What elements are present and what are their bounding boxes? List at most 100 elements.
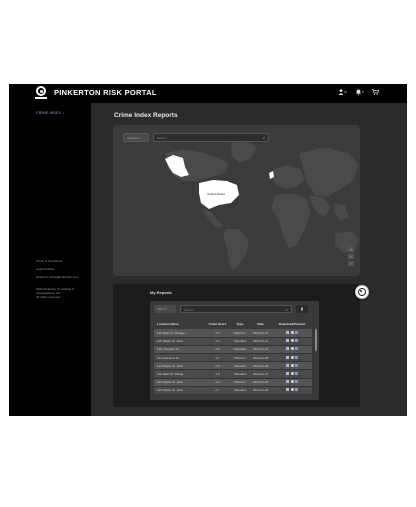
column-header[interactable]: Type xyxy=(230,319,250,330)
crime-score-cell: 3.6 xyxy=(204,369,231,379)
table-row[interactable]: 102 Main St Chicag... 3.6 Standard 2022-… xyxy=(154,369,312,379)
user-icon[interactable] xyxy=(338,89,347,97)
download-icon[interactable] xyxy=(286,347,290,351)
contact-email-link[interactable]: pinkerton.crime@pinkerton.com xyxy=(36,275,78,279)
sidebar-item-crime-index[interactable]: CRIME INDEX › xyxy=(36,111,65,115)
usa-region-label: United States xyxy=(207,192,226,196)
zoom-out-button[interactable]: − xyxy=(348,254,354,259)
download-icon[interactable] xyxy=(286,331,290,335)
column-header[interactable]: Location Name xyxy=(154,319,205,330)
floating-action-button[interactable] xyxy=(355,285,369,299)
trash-icon: ▮ xyxy=(300,306,304,311)
date-cell: 2022-01-09 xyxy=(249,353,273,363)
zoom-in-button[interactable]: + xyxy=(348,247,354,252)
date-cell: 2022-01-05 xyxy=(249,386,273,396)
date-cell: 2022-01-10 xyxy=(249,345,273,355)
table-row[interactable]: 101 Maple St. Jack... 2.9 Standard 2022-… xyxy=(154,361,312,371)
preview-icon[interactable] xyxy=(290,331,294,335)
table-row[interactable]: 100 Main St Chicago... 3.5 Platinum 2022… xyxy=(154,329,312,338)
preview-icon[interactable] xyxy=(290,388,294,392)
type-cell: Standard xyxy=(230,345,250,355)
type-cell: Platinum xyxy=(230,353,250,363)
document-icon[interactable] xyxy=(295,388,299,392)
location-name-cell: 100 Maple St. Jack... xyxy=(154,337,205,346)
crime-score-cell: 2.9 xyxy=(204,361,231,371)
chevron-right-icon: › xyxy=(63,111,65,115)
actions-cell xyxy=(272,353,312,363)
table-row[interactable]: 100 Chestnut St... 2.8 Standard 2022-01-… xyxy=(154,345,312,355)
date-cell: 2022-01-11 xyxy=(249,337,273,346)
search-icon: ⌕ xyxy=(285,307,288,312)
table-row[interactable]: 100 Maple St. Jack... 3.4 Standard 2022-… xyxy=(154,337,312,346)
delete-button[interactable]: ▮ xyxy=(296,305,308,313)
crime-score-cell: 2.7 xyxy=(204,386,231,396)
legal-link[interactable]: Legal Notices xyxy=(36,267,54,271)
preview-icon[interactable] xyxy=(290,372,294,376)
table-row[interactable]: 101 Chestnut St... 3.1 Platinum 2022-01-… xyxy=(154,353,312,363)
actions-cell xyxy=(272,345,312,355)
world-map-card: United States Country ▾ Search ⌕ + − · xyxy=(113,125,360,276)
reports-table: Location Name Crime Score Type Date Down… xyxy=(154,319,312,396)
preview-icon[interactable] xyxy=(290,355,294,359)
location-name-cell: 102 Maple St. Jack... xyxy=(154,378,205,387)
crime-score-cell: 3.4 xyxy=(204,337,231,346)
reports-panel: Filter ▾ Search ⌕ ▮ Location Name Crime S… xyxy=(150,301,319,400)
my-reports-card: My Reports Filter ▾ Search ⌕ ▮ Location N… xyxy=(113,284,360,407)
country-filter-dropdown[interactable]: Country ▾ xyxy=(123,133,149,142)
preview-icon[interactable] xyxy=(290,363,294,367)
crime-score-cell: 3.5 xyxy=(204,329,231,338)
preview-icon[interactable] xyxy=(290,339,294,343)
document-icon[interactable] xyxy=(295,380,299,384)
crime-score-cell: 3.0 xyxy=(204,378,231,387)
download-icon[interactable] xyxy=(286,388,290,392)
download-icon[interactable] xyxy=(286,363,290,367)
pinkerton-logo-icon[interactable] xyxy=(35,86,47,100)
table-row[interactable]: 102 Maple St. Jack... 3.0 Platinum 2022-… xyxy=(154,378,312,387)
location-name-cell: 100 Main St Chicago... xyxy=(154,329,205,338)
document-icon[interactable] xyxy=(295,339,299,343)
table-scrollbar[interactable] xyxy=(315,329,317,351)
reports-title: My Reports xyxy=(150,290,172,295)
document-icon[interactable] xyxy=(295,331,299,335)
brand-title: PINKERTON RISK PORTAL xyxy=(54,88,157,97)
search-icon: ⌕ xyxy=(262,135,265,140)
preview-icon[interactable] xyxy=(290,347,294,351)
column-header[interactable]: Crime Score xyxy=(204,319,231,330)
bell-icon[interactable] xyxy=(355,89,364,97)
document-icon[interactable] xyxy=(295,347,299,351)
date-cell: 2022-01-07 xyxy=(249,369,273,379)
actions-cell xyxy=(272,361,312,371)
page-title: Crime Index Reports xyxy=(114,112,178,119)
download-icon[interactable] xyxy=(286,380,290,384)
header-icons xyxy=(338,89,380,97)
type-cell: Platinum xyxy=(230,329,250,338)
download-icon[interactable] xyxy=(286,355,290,359)
reset-view-button[interactable]: · xyxy=(348,261,354,266)
sidebar-item-label: CRIME INDEX xyxy=(36,111,62,115)
reports-toolbar: Filter ▾ Search ⌕ ▮ xyxy=(154,305,308,313)
download-icon[interactable] xyxy=(286,339,290,343)
document-icon[interactable] xyxy=(295,355,299,359)
reports-filter-dropdown[interactable]: Filter ▾ xyxy=(154,305,176,313)
location-name-cell: 103 Maple St. Jack... xyxy=(154,386,205,396)
terms-link[interactable]: Terms & Conditions xyxy=(36,259,62,263)
column-header[interactable]: Download/Preview xyxy=(272,319,312,330)
preview-icon[interactable] xyxy=(290,380,294,384)
sidebar: CRIME INDEX › Terms & Conditions Legal No… xyxy=(9,103,91,416)
document-icon[interactable] xyxy=(295,372,299,376)
map-search-input[interactable]: Search ⌕ xyxy=(153,133,269,142)
location-name-cell: 101 Chestnut St... xyxy=(154,353,205,363)
table-row[interactable]: 103 Maple St. Jack... 2.7 Standard 2022-… xyxy=(154,386,312,396)
top-navigation-bar: PINKERTON RISK PORTAL xyxy=(9,84,407,103)
location-name-cell: 102 Main St Chicag... xyxy=(154,369,205,379)
world-map[interactable]: United States xyxy=(113,125,360,276)
pinkerton-eye-icon xyxy=(358,288,366,296)
column-header[interactable]: Date xyxy=(249,319,273,330)
cart-icon[interactable] xyxy=(372,89,380,97)
download-icon[interactable] xyxy=(286,372,290,376)
document-icon[interactable] xyxy=(295,363,299,367)
reports-search-input[interactable]: Search ⌕ xyxy=(180,305,292,313)
app-window: PINKERTON RISK PORTAL CRIME INDEX › Terms… xyxy=(9,84,407,416)
main-content: Crime Index Reports United States Countr… xyxy=(91,103,407,416)
actions-cell xyxy=(272,337,312,346)
